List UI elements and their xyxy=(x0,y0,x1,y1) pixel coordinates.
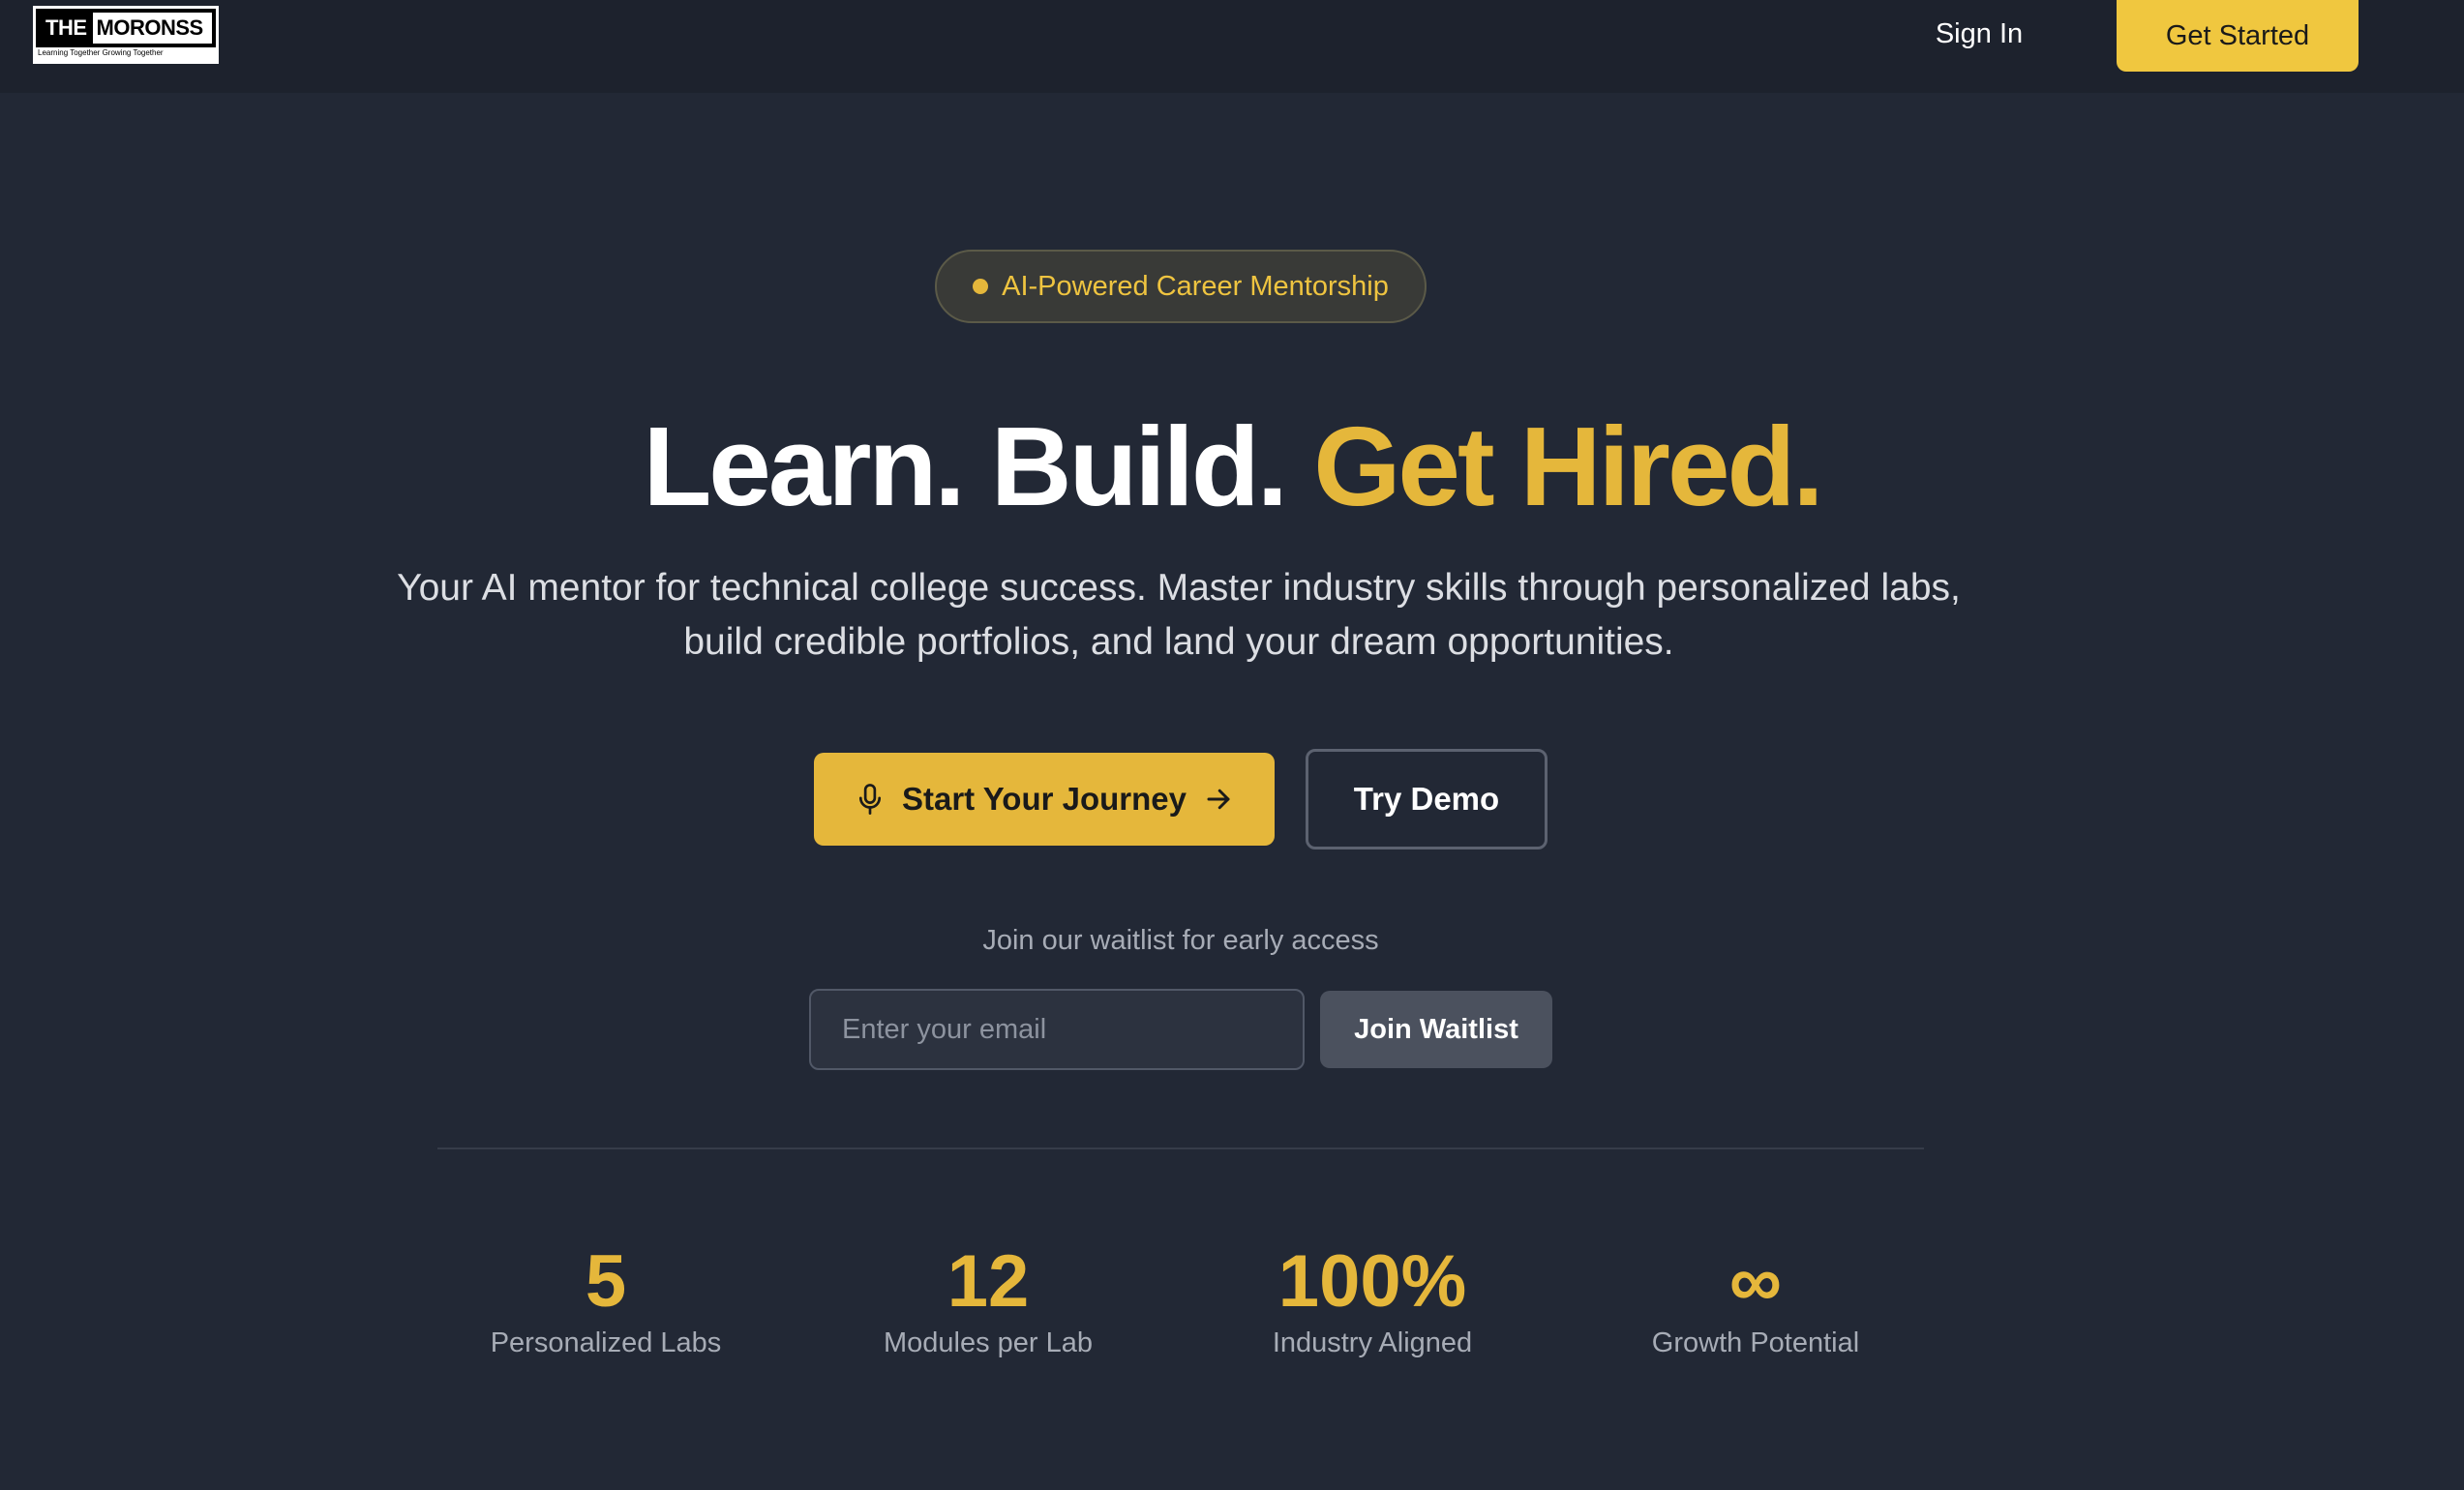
get-started-button[interactable]: Get Started xyxy=(2117,0,2359,72)
badge-text: AI-Powered Career Mentorship xyxy=(1002,270,1389,302)
sign-in-link[interactable]: Sign In xyxy=(1907,0,2052,68)
brand-logo[interactable]: THE MORONSS Learning Together Growing To… xyxy=(33,6,219,64)
email-field[interactable] xyxy=(809,989,1305,1070)
mentorship-badge: AI-Powered Career Mentorship xyxy=(935,250,1427,323)
microphone-icon xyxy=(856,783,885,816)
logo-name: MORONSS xyxy=(96,15,204,40)
stat-label: Growth Potential xyxy=(1651,1327,1860,1358)
top-nav: THE MORONSS Learning Together Growing To… xyxy=(0,0,2464,93)
stat-value: ∞ xyxy=(1728,1240,1783,1323)
stat-value: 5 xyxy=(585,1240,627,1323)
waitlist-label: Join our waitlist for early access xyxy=(982,925,1379,956)
stat-value: 100% xyxy=(1277,1240,1467,1323)
headline-main: Learn. Build. xyxy=(643,403,1314,529)
stat-label: Personalized Labs xyxy=(490,1327,722,1358)
stat-label: Industry Aligned xyxy=(1272,1327,1473,1358)
start-journey-label: Start Your Journey xyxy=(901,781,1187,817)
logo-wordmark: THE MORONSS xyxy=(36,9,216,47)
stat-growth-potential: ∞ Growth Potential xyxy=(1564,1238,1947,1359)
badge-dot-icon xyxy=(973,279,989,294)
hero-subtitle: Your AI mentor for technical college suc… xyxy=(397,567,1961,663)
stat-value: 12 xyxy=(947,1240,1030,1323)
section-divider xyxy=(437,1147,1924,1149)
stat-personalized-labs: 5 Personalized Labs xyxy=(414,1238,797,1359)
logo-the: THE xyxy=(40,13,93,44)
stat-label: Modules per Lab xyxy=(883,1327,1094,1358)
logo-tagline: Learning Together Growing Together xyxy=(38,48,164,57)
stat-modules-per-lab: 12 Modules per Lab xyxy=(796,1238,1180,1359)
start-journey-button[interactable]: Start Your Journey xyxy=(814,753,1275,846)
landing-page: THE MORONSS Learning Together Growing To… xyxy=(0,0,2464,1490)
arrow-right-icon xyxy=(1204,785,1233,814)
hero-headline: Learn. Build. Get Hired. xyxy=(0,399,2464,534)
try-demo-button[interactable]: Try Demo xyxy=(1306,749,1548,849)
headline-accent: Get Hired. xyxy=(1313,403,1823,529)
join-waitlist-button[interactable]: Join Waitlist xyxy=(1320,991,1552,1068)
stat-industry-aligned: 100% Industry Aligned xyxy=(1181,1238,1564,1359)
